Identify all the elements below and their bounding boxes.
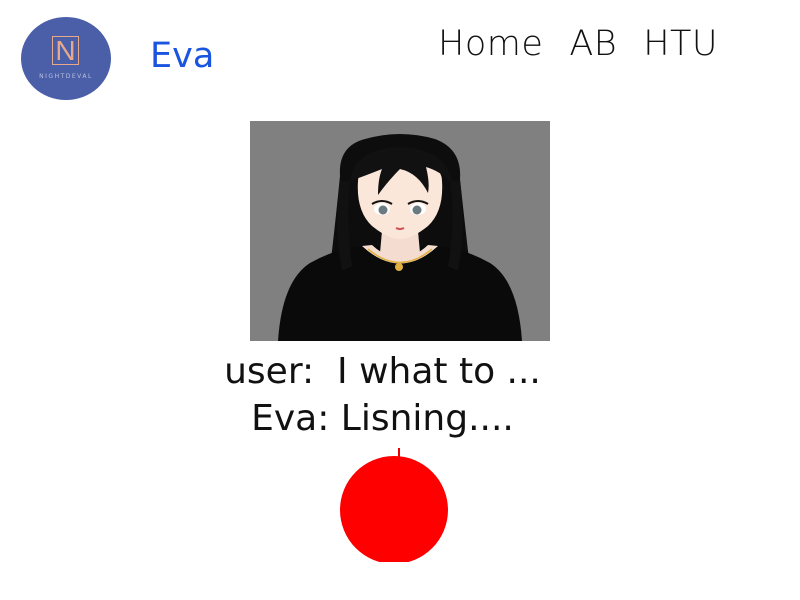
nav-home[interactable]: Home [438,24,543,64]
top-nav: Home AB HTU [438,22,718,66]
assistant-transcript: Eva: Lisning.... [251,398,514,439]
nav-ab[interactable]: AB [569,24,617,64]
user-transcript: user: I what to ... [224,351,541,392]
logo[interactable]: N NIGHTDEVAL [21,17,111,100]
record-button[interactable] [340,456,448,564]
avatar-image [250,121,550,341]
nav-htu[interactable]: HTU [643,24,718,64]
logo-letter: N [52,36,79,65]
avatar-illustration [250,121,550,341]
logo-subtext: NIGHTDEVAL [39,73,93,80]
mic-clip [330,562,460,582]
brand-name[interactable]: Eva [150,36,214,76]
